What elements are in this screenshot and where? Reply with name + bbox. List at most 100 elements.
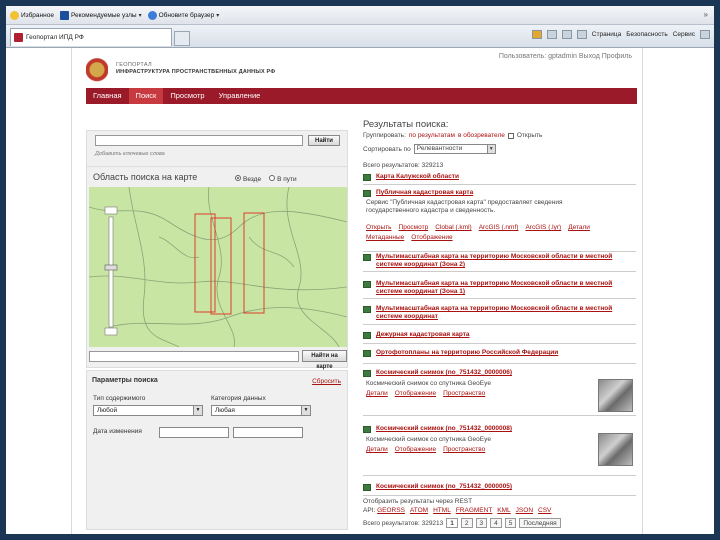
layer-icon (363, 426, 371, 433)
result-title[interactable]: Дежурная кадастровая карта (376, 331, 634, 339)
group-by-results[interactable]: по результатам (409, 132, 455, 139)
api-json[interactable]: JSON (516, 507, 533, 514)
print-icon[interactable] (576, 30, 587, 39)
nav-view[interactable]: Просмотр (163, 88, 211, 104)
page-1[interactable]: 1 (446, 518, 458, 528)
favorites-bar: Избранное Рекомендуемые узлы ▾ Обновите … (6, 6, 714, 25)
zoom-out-icon[interactable] (104, 327, 118, 336)
link-space[interactable]: Пространство (443, 446, 485, 453)
result-item: Космический снимок (no_751432_0000005) (363, 482, 636, 496)
browser-window: Избранное Рекомендуемые узлы ▾ Обновите … (6, 6, 714, 534)
link-display[interactable]: Отображение (395, 390, 436, 397)
tab-geoportal[interactable]: Геопортал ИПД РФ (10, 28, 172, 46)
open-checkbox[interactable] (507, 132, 514, 139)
api-links: API: GEORSS ATOM HTML FRAGMENT KML JSON CSV (363, 507, 556, 514)
link-open[interactable]: Открыть (366, 224, 392, 231)
brand-line1: ГЕОПОРТАЛ (116, 62, 152, 68)
map-canvas[interactable] (89, 187, 347, 347)
page-5[interactable]: 5 (504, 518, 517, 528)
favorites-label: Избранное (21, 11, 54, 19)
feeds-icon[interactable] (546, 30, 557, 39)
link-details[interactable]: Детали (366, 446, 388, 453)
result-title[interactable]: Космический снимок (no_751432_0000008) (376, 425, 586, 433)
api-kml[interactable]: KML (497, 507, 510, 514)
result-desc: Космический снимок со спутника GeoEye (366, 380, 491, 387)
zoom-track (108, 216, 114, 328)
result-title[interactable]: Космический снимок (no_751432_0000006) (376, 369, 586, 377)
result-title[interactable]: Ортофотопланы на территорию Российской Ф… (376, 349, 634, 357)
api-fragment[interactable]: FRAGMENT (456, 507, 492, 514)
result-item: Космический снимок (no_751432_0000008) К… (363, 424, 636, 476)
help-icon[interactable] (700, 30, 710, 39)
group-in-browser[interactable]: в обозревателе (458, 132, 505, 139)
emblem-icon (86, 58, 108, 84)
link-preview[interactable]: Просмотр (399, 224, 429, 231)
link-display[interactable]: Отображение (411, 234, 452, 241)
api-atom[interactable]: ATOM (410, 507, 428, 514)
result-title[interactable]: Мультимасштабная карта на территорию Мос… (376, 280, 634, 296)
link-metadata[interactable]: Метаданные (366, 234, 404, 241)
result-title[interactable]: Мультимасштабная карта на территорию Мос… (376, 253, 634, 269)
layer-icon (363, 350, 371, 357)
sort-select[interactable]: Релевантности ▼ (413, 144, 496, 154)
result-title[interactable]: Космический снимок (no_751432_0000005) (376, 483, 634, 491)
link-lyr[interactable]: ArcGIS (.lyr) (525, 224, 561, 231)
toggle-within[interactable]: В пути (269, 175, 297, 183)
search-button[interactable]: Найти (308, 135, 340, 146)
result-thumbnail[interactable] (598, 433, 633, 466)
map-search-button[interactable]: Найти на карте (302, 350, 347, 370)
reset-link[interactable]: Сбросить (312, 378, 341, 385)
favorites-item-update[interactable]: Обновите браузер ▾ (147, 10, 219, 20)
link-nmf[interactable]: ArcGIS (.nmf) (479, 224, 519, 231)
zoom-in-icon[interactable] (104, 206, 118, 215)
tab-bar: Геопортал ИПД РФ Страница Безопасность С… (6, 25, 714, 48)
group-label: Группировать: (363, 132, 406, 139)
zoom-slider[interactable] (104, 206, 118, 336)
mail-icon[interactable] (561, 30, 572, 39)
content-type-select[interactable]: Любой ▼ (93, 405, 203, 416)
api-csv[interactable]: CSV (538, 507, 551, 514)
brand-line2: ИНФРАСТРУКТУРА ПРОСТРАНСТВЕННЫХ ДАННЫХ Р… (116, 69, 276, 75)
favorites-button[interactable]: Избранное (10, 10, 54, 20)
result-title[interactable]: Публичная кадастровая карта (376, 189, 634, 197)
new-tab-button[interactable] (174, 31, 190, 46)
date-from-input[interactable] (159, 427, 229, 438)
zoom-handle[interactable] (104, 264, 118, 271)
footprint-rects (194, 212, 265, 315)
result-title[interactable]: Карта Калужской области (376, 173, 634, 181)
api-html[interactable]: HTML (433, 507, 451, 514)
search-hint[interactable]: Добавить ключевые слова (95, 151, 165, 157)
date-to-input[interactable] (233, 427, 303, 438)
link-display[interactable]: Отображение (395, 446, 436, 453)
link-space[interactable]: Пространство (443, 390, 485, 397)
page-4[interactable]: 4 (490, 518, 502, 528)
page-menu[interactable]: Страница (592, 31, 621, 38)
user-links[interactable]: Пользователь: gptadmin Выход Профиль (499, 53, 632, 60)
link-details[interactable]: Детали (568, 224, 590, 231)
search-input[interactable] (95, 135, 303, 146)
more-chevron-icon[interactable]: » (704, 10, 708, 19)
data-category-value: Любая (215, 407, 235, 414)
nav-admin[interactable]: Управление (212, 88, 268, 104)
page-last[interactable]: Последняя (519, 518, 561, 528)
toggle-anywhere[interactable]: Везде (235, 175, 261, 183)
layer-icon (363, 190, 371, 197)
link-kml[interactable]: Clobal (.kml) (435, 224, 471, 231)
favorites-item-recommended[interactable]: Рекомендуемые узлы ▾ (59, 10, 142, 20)
result-thumbnail[interactable] (598, 379, 633, 412)
safety-menu[interactable]: Безопасность (626, 31, 667, 38)
data-category-select[interactable]: Любая ▼ (211, 405, 311, 416)
page-2[interactable]: 2 (460, 518, 473, 528)
api-georss[interactable]: GEORSS (377, 507, 405, 514)
map-search-input[interactable] (89, 351, 299, 362)
tab-title: Геопортал ИПД РФ (26, 34, 84, 41)
star-icon (10, 10, 19, 20)
home-icon[interactable] (531, 30, 542, 39)
tools-menu[interactable]: Сервис (673, 31, 695, 38)
result-title[interactable]: Мультимасштабная карта на территорию Мос… (376, 305, 634, 321)
chevron-down-icon: ▼ (486, 145, 495, 153)
nav-search[interactable]: Поиск (128, 88, 164, 104)
nav-home[interactable]: Главная (86, 88, 129, 104)
link-details[interactable]: Детали (366, 390, 388, 397)
page-3[interactable]: 3 (475, 518, 488, 528)
